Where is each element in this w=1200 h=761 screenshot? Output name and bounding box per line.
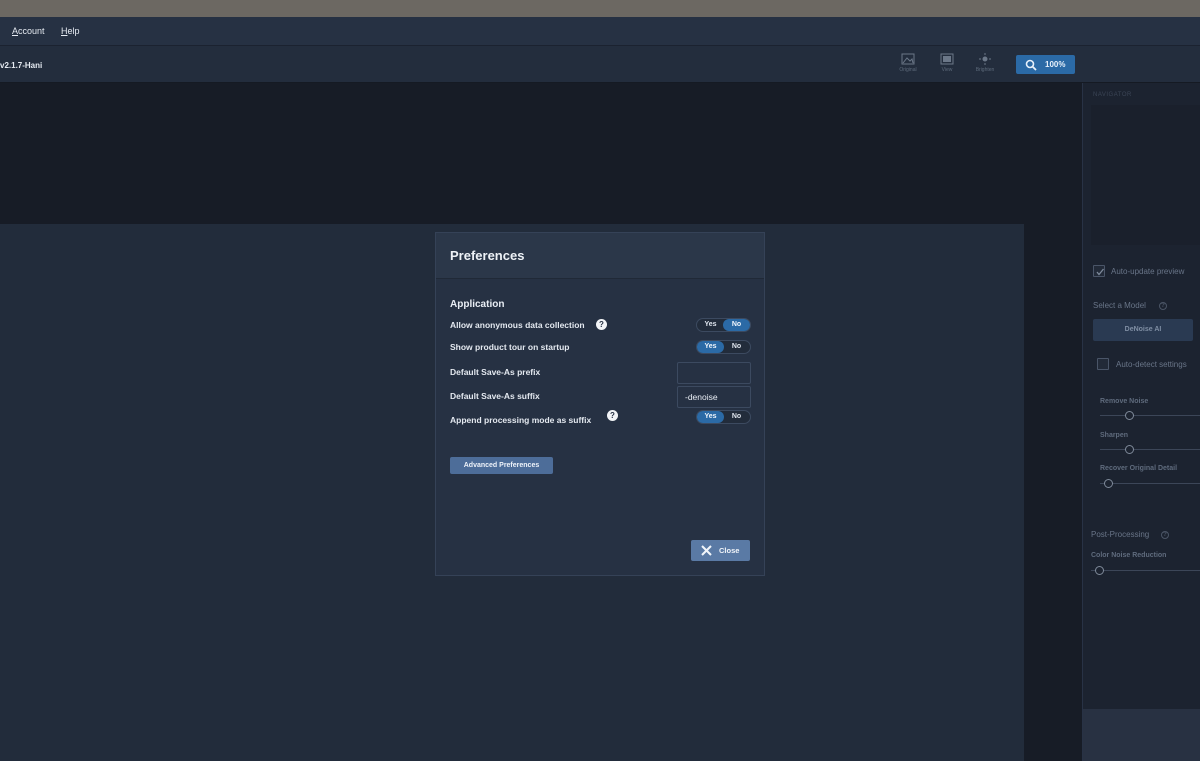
menu-account[interactable]: Account	[12, 26, 45, 36]
suffix-input[interactable]	[677, 386, 751, 408]
settings-panel: NAVIGATOR Auto-update preview Select a M…	[1082, 83, 1200, 761]
auto-detect-label: Auto-detect settings	[1116, 360, 1187, 369]
dialog-title: Preferences	[450, 248, 525, 263]
brighten-button[interactable]: Brighten	[967, 53, 1003, 73]
close-button[interactable]: Close	[691, 540, 750, 561]
check-icon	[1096, 268, 1105, 276]
help-icon[interactable]: ?	[596, 319, 607, 330]
navigator-preview[interactable]	[1091, 105, 1200, 245]
color-noise-label: Color Noise Reduction	[1091, 552, 1167, 559]
window-title-bar	[0, 0, 1200, 17]
preferences-dialog: Preferences Application Allow anonymous …	[435, 232, 765, 576]
magnifier-icon	[1025, 59, 1037, 71]
help-icon[interactable]: ?	[1159, 302, 1167, 310]
remove-noise-knob[interactable]	[1125, 411, 1134, 420]
toggle-yes-option[interactable]: Yes	[697, 411, 724, 423]
advanced-preferences-button[interactable]: Advanced Preferences	[450, 457, 553, 474]
recover-detail-knob[interactable]	[1104, 479, 1113, 488]
anonymous-data-toggle[interactable]: Yes No	[696, 318, 751, 332]
menu-help[interactable]: Help	[61, 26, 80, 36]
original-view-button[interactable]: Original	[890, 53, 926, 73]
append-mode-label: Append processing mode as suffix	[450, 415, 592, 425]
sharpen-label: Sharpen	[1100, 432, 1129, 439]
panel-footer	[1083, 709, 1200, 761]
sharpen-knob[interactable]	[1125, 445, 1134, 454]
help-icon[interactable]: ?	[1161, 531, 1169, 539]
sharpen-track[interactable]	[1100, 449, 1200, 450]
recover-detail-track[interactable]	[1100, 483, 1200, 484]
toggle-no-option[interactable]: No	[723, 319, 750, 331]
prefix-label: Default Save-As prefix	[450, 367, 541, 377]
product-tour-toggle[interactable]: Yes No	[696, 340, 751, 354]
post-processing-label: Post-Processing	[1091, 530, 1150, 539]
anonymous-data-label: Allow anonymous data collection	[450, 320, 585, 330]
view-icon	[940, 53, 954, 65]
version-label: v2.1.7-Hani	[0, 61, 43, 70]
zoom-button[interactable]: 100%	[1016, 55, 1075, 74]
toolbar: v2.1.7-Hani Original View Brighten 100%	[0, 46, 1200, 83]
model-button[interactable]: DeNoise AI	[1093, 319, 1193, 341]
product-tour-label: Show product tour on startup	[450, 342, 570, 352]
auto-update-checkbox[interactable]	[1093, 265, 1105, 277]
auto-detect-checkbox[interactable]	[1097, 358, 1109, 370]
toggle-no-option[interactable]: No	[723, 341, 750, 353]
help-icon[interactable]: ?	[607, 410, 618, 421]
remove-noise-track[interactable]	[1100, 415, 1200, 416]
auto-update-label: Auto-update preview	[1111, 267, 1185, 276]
color-noise-track[interactable]	[1091, 570, 1200, 571]
brighten-icon	[979, 53, 991, 65]
navigator-label: NAVIGATOR	[1093, 92, 1132, 98]
append-mode-toggle[interactable]: Yes No	[696, 410, 751, 424]
suffix-label: Default Save-As suffix	[450, 391, 540, 401]
section-title: Application	[450, 299, 505, 310]
remove-noise-label: Remove Noise	[1100, 398, 1149, 405]
color-noise-knob[interactable]	[1095, 566, 1104, 575]
close-icon	[701, 545, 712, 556]
view-button[interactable]: View	[929, 53, 965, 73]
dialog-header: Preferences	[436, 233, 764, 279]
recover-detail-label: Recover Original Detail	[1100, 465, 1178, 472]
toggle-yes-option[interactable]: Yes	[697, 341, 724, 353]
menu-bar: Account Help	[0, 17, 1200, 46]
image-icon	[901, 53, 915, 65]
select-model-label: Select a Model	[1093, 301, 1146, 310]
toggle-yes-option[interactable]: Yes	[697, 319, 724, 331]
prefix-input[interactable]	[677, 362, 751, 384]
toggle-no-option[interactable]: No	[723, 411, 750, 423]
